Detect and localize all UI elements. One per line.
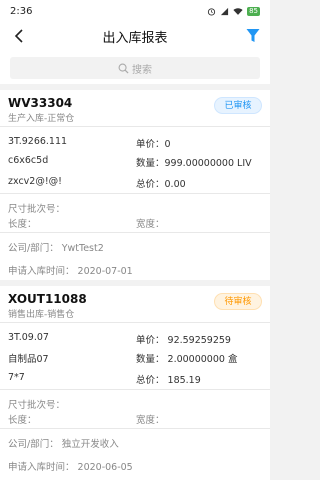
alarm-icon [207, 7, 216, 16]
width-label: 宽度： [136, 219, 165, 230]
signal-icon [220, 7, 229, 15]
filter-icon[interactable] [246, 28, 260, 44]
quantity: 数量： 2.00000000 盒 [136, 354, 238, 365]
status-icons: 85 [207, 6, 260, 16]
item-code: 3T.9266.111 [8, 136, 68, 147]
app-header: 出入库报表 [0, 22, 270, 50]
batch-label: 尺寸批次号： [8, 204, 66, 215]
order-code: WV33304 [8, 96, 73, 110]
battery-icon: 85 [247, 6, 260, 16]
search-input[interactable]: 搜索 [10, 57, 260, 79]
order-type: 销售出库-销售仓 [8, 310, 75, 320]
status-bar: 2:36 85 [0, 0, 270, 22]
unit-price: 单价：0 [136, 139, 171, 150]
total-price: 总价： 185.19 [136, 375, 201, 386]
length-label: 长度： [8, 415, 37, 426]
quantity: 数量：999.00000000 LIV [136, 158, 252, 169]
divider [0, 232, 270, 233]
width-label: 宽度： [136, 415, 165, 426]
item-spec: zxcv2@!@! [8, 176, 62, 187]
divider [0, 428, 270, 429]
search-placeholder: 搜索 [132, 64, 152, 76]
chevron-left-icon [14, 29, 23, 43]
order-code: XOUT11088 [8, 292, 87, 306]
divider [0, 322, 270, 323]
divider [0, 193, 270, 194]
search-bar: 搜索 [0, 50, 270, 84]
wifi-icon [233, 7, 243, 15]
unit-price: 单价： 92.59259259 [136, 335, 231, 346]
divider [0, 126, 270, 127]
page-title: 出入库报表 [102, 30, 168, 46]
back-button[interactable] [9, 26, 29, 46]
status-badge: 待审核 [214, 293, 262, 310]
item-name: c6x6c5d [8, 155, 49, 166]
search-icon [118, 63, 129, 74]
order-card[interactable]: WV33304 生产入库-正常仓 已审核 3T.9266.111 c6x6c5d… [0, 90, 270, 280]
order-type: 生产入库-正常仓 [8, 114, 75, 124]
dept-label: 公司/部门： YwtTest2 [8, 243, 104, 254]
item-name: 自制品07 [8, 354, 49, 365]
status-time: 2:36 [10, 5, 33, 17]
dept-label: 公司/部门： 独立开发收入 [8, 439, 119, 450]
date-label: 申请入库时间： 2020-07-01 [8, 266, 133, 277]
divider [0, 389, 270, 390]
total-price: 总价：0.00 [136, 179, 186, 190]
date-label: 申请入库时间： 2020-06-05 [8, 462, 133, 473]
item-spec: 7*7 [8, 372, 25, 383]
length-label: 长度： [8, 219, 37, 230]
status-badge: 已审核 [214, 97, 262, 114]
item-code: 3T.09.07 [8, 332, 49, 343]
order-card[interactable]: XOUT11088 销售出库-销售仓 待审核 3T.09.07 自制品07 7*… [0, 286, 270, 480]
batch-label: 尺寸批次号： [8, 400, 66, 411]
